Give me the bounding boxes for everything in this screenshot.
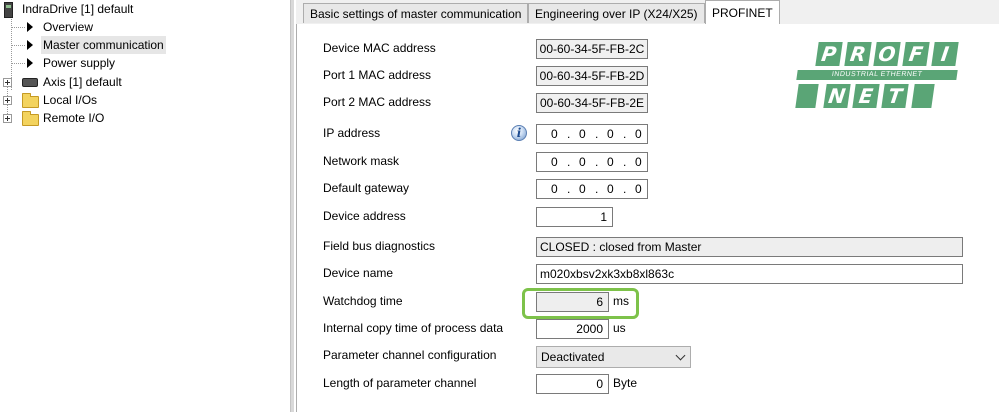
param-config-value: Deactivated (541, 350, 605, 364)
device-address-field[interactable]: 1 (536, 207, 613, 227)
folder-icon (22, 111, 39, 126)
play-icon (27, 58, 33, 68)
param-config-row: Parameter channel configuration Deactiva… (297, 344, 999, 368)
gateway-octet: 0 (635, 182, 642, 196)
port2-mac-field: 00-60-34-5F-FB-2E (536, 93, 648, 113)
ip-separator: . (567, 127, 571, 141)
device-name-label: Device name (323, 266, 394, 280)
tree-item-label: Axis [1] default (43, 75, 122, 89)
play-icon (27, 40, 33, 50)
ip-separator: . (623, 127, 627, 141)
tab-profinet[interactable]: PROFINET (705, 0, 780, 25)
param-length-unit: Byte (613, 376, 638, 390)
network-mask-row: Network mask 0 . 0 . 0 . 0 (297, 150, 999, 174)
mask-octet: 0 (635, 155, 642, 169)
tree-item-label: Local I/Os (43, 93, 98, 107)
expand-icon[interactable] (3, 114, 12, 123)
ip-address-label: IP address (323, 126, 381, 140)
tree-item-label: IndraDrive [1] default (22, 2, 134, 16)
port2-mac-label: Port 2 MAC address (323, 95, 432, 109)
gateway-separator: . (567, 182, 571, 196)
port1-mac-row: Port 1 MAC address 00-60-34-5F-FB-2D (297, 64, 999, 88)
pane-splitter[interactable] (290, 0, 294, 412)
drive-icon (4, 2, 13, 18)
device-name-field[interactable]: m020xbsv2xk3xb8xl863c (536, 264, 963, 284)
default-gateway-field[interactable]: 0 . 0 . 0 . 0 (536, 179, 648, 199)
tree-item-master-communication[interactable]: Master communication (0, 36, 290, 54)
tree-item-power-supply[interactable]: Power supply (0, 54, 290, 72)
gateway-separator: . (623, 182, 627, 196)
fieldbus-diag-label: Field bus diagnostics (323, 239, 436, 253)
gateway-octet: 0 (551, 182, 558, 196)
tab-basic-settings[interactable]: Basic settings of master communication (303, 3, 529, 23)
chevron-down-icon (675, 350, 686, 361)
default-gateway-label: Default gateway (323, 181, 410, 195)
param-config-dropdown[interactable]: Deactivated (536, 346, 691, 368)
network-mask-field[interactable]: 0 . 0 . 0 . 0 (536, 152, 648, 172)
gateway-separator: . (595, 182, 599, 196)
profinet-settings-panel: P R O F I INDUSTRIAL ETHERNET N E T Devi… (296, 24, 999, 412)
fieldbus-diag-field: CLOSED : closed from Master (536, 237, 963, 257)
tree-item-indradrive[interactable]: IndraDrive [1] default (0, 0, 290, 18)
mask-separator: . (595, 155, 599, 169)
mask-octet: 0 (551, 155, 558, 169)
mask-octet: 0 (579, 155, 586, 169)
tree-item-remote-io[interactable]: Remote I/O (0, 109, 290, 127)
device-address-row: Device address 1 (297, 205, 999, 229)
device-name-row: Device name m020xbsv2xk3xb8xl863c (297, 262, 999, 286)
watchdog-label: Watchdog time (323, 294, 403, 308)
watchdog-row: Watchdog time 6 ms (297, 290, 999, 314)
tree-item-local-ios[interactable]: Local I/Os (0, 91, 290, 109)
ip-octet: 0 (607, 127, 614, 141)
device-mac-field: 00-60-34-5F-FB-2C (536, 39, 648, 59)
ip-octet: 0 (551, 127, 558, 141)
copy-time-row: Internal copy time of process data 2000 … (297, 317, 999, 341)
ip-octet: 0 (579, 127, 586, 141)
tree-item-axis[interactable]: Axis [1] default (0, 73, 290, 91)
port1-mac-label: Port 1 MAC address (323, 68, 432, 82)
tree-item-label: Overview (43, 20, 94, 34)
tree-item-label: Master communication (41, 36, 166, 54)
default-gateway-row: Default gateway 0 . 0 . 0 . 0 (297, 177, 999, 201)
mask-octet: 0 (607, 155, 614, 169)
tab-engineering-over-ip[interactable]: Engineering over IP (X24/X25) (528, 3, 705, 23)
expand-icon[interactable] (3, 96, 12, 105)
port2-mac-row: Port 2 MAC address 00-60-34-5F-FB-2E (297, 91, 999, 115)
param-length-row: Length of parameter channel 0 Byte (297, 372, 999, 396)
ip-address-row: IP address i 0 . 0 . 0 . 0 (297, 122, 999, 146)
tree-item-label: Remote I/O (43, 111, 105, 125)
param-length-field[interactable]: 0 (536, 374, 609, 394)
param-config-label: Parameter channel configuration (323, 348, 497, 362)
watchdog-highlight (522, 288, 639, 319)
axis-icon (22, 78, 38, 87)
device-address-label: Device address (323, 209, 406, 223)
expand-icon[interactable] (3, 78, 12, 87)
mask-separator: . (567, 155, 571, 169)
project-tree: IndraDrive [1] default Overview Master c… (0, 0, 290, 412)
play-icon (27, 22, 33, 32)
param-length-label: Length of parameter channel (323, 376, 477, 390)
tree-item-label: Power supply (43, 56, 116, 70)
tree-item-overview[interactable]: Overview (0, 18, 290, 36)
gateway-octet: 0 (579, 182, 586, 196)
gateway-octet: 0 (607, 182, 614, 196)
copy-time-unit: us (613, 321, 626, 335)
copy-time-label: Internal copy time of process data (323, 321, 504, 335)
mask-separator: . (623, 155, 627, 169)
device-mac-label: Device MAC address (323, 41, 436, 55)
network-mask-label: Network mask (323, 154, 400, 168)
ip-octet: 0 (635, 127, 642, 141)
folder-icon (22, 93, 39, 108)
tab-bar: Basic settings of master communication E… (296, 0, 999, 25)
info-icon[interactable]: i (511, 125, 527, 141)
port1-mac-field: 00-60-34-5F-FB-2D (536, 66, 648, 86)
device-mac-row: Device MAC address 00-60-34-5F-FB-2C (297, 37, 999, 61)
fieldbus-diag-row: Field bus diagnostics CLOSED : closed fr… (297, 235, 999, 259)
copy-time-field[interactable]: 2000 (536, 319, 609, 339)
ip-address-field[interactable]: 0 . 0 . 0 . 0 (536, 124, 648, 144)
ip-separator: . (595, 127, 599, 141)
